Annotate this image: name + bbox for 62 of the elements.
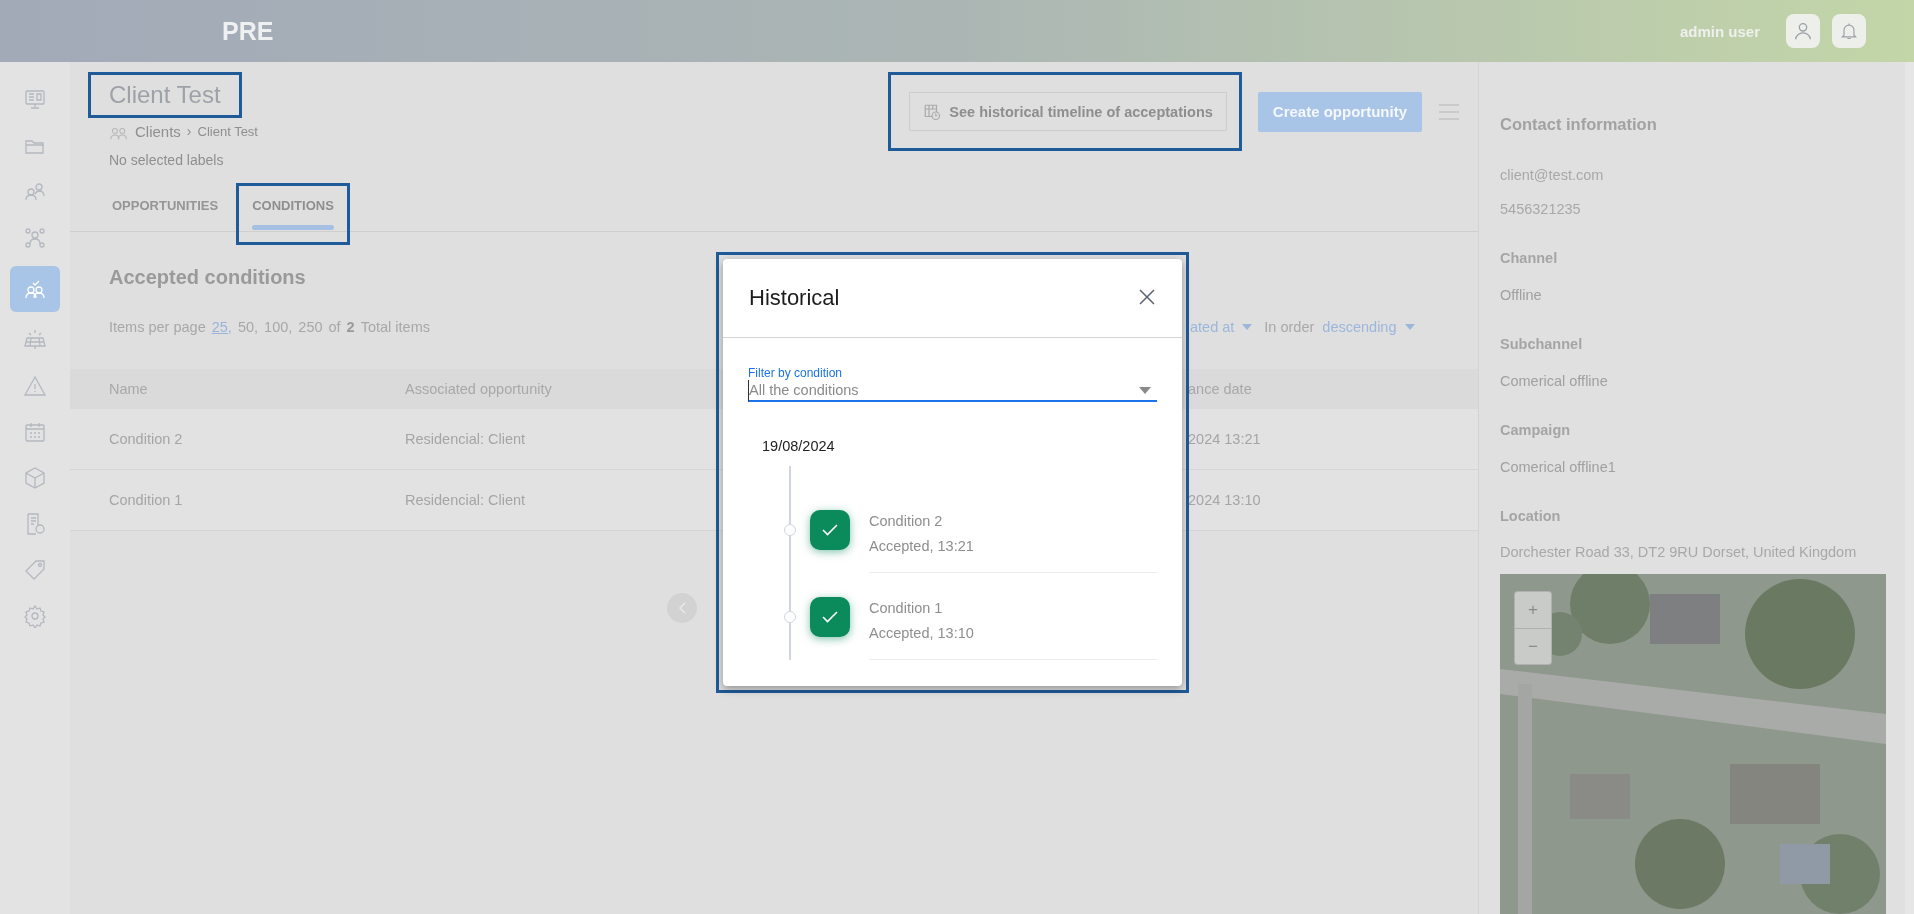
entry-status: Accepted, 13:21 [869, 537, 975, 554]
page-size-option[interactable]: 25, [211, 319, 232, 335]
phone-text: 5456321235 [1500, 201, 1582, 217]
field-value: Comerical offline [1500, 373, 1609, 389]
sidebar-item[interactable] [10, 266, 60, 312]
table-cell: Condition 1 [109, 492, 183, 508]
check-icon [822, 610, 838, 623]
email-text: client@test.com [1500, 167, 1605, 183]
field-value: Offline [1500, 287, 1543, 303]
address-text: Dorchester Road 33, DT2 9RU Dorset, United Kingdom [1500, 544, 1858, 560]
caret-icon [1139, 386, 1151, 394]
page-title: Client Test [109, 81, 221, 109]
breadcrumb-separator: › [186, 123, 192, 139]
total-count: 2 [346, 319, 355, 335]
caret-icon [1242, 324, 1253, 330]
gear-icon [23, 604, 47, 628]
caret-icon [1404, 324, 1415, 330]
section-title: Accepted conditions [109, 266, 307, 289]
close-icon [1138, 288, 1156, 306]
entry-status: Accepted, 13:10 [869, 624, 975, 641]
panel-title: Contact information [1500, 115, 1658, 134]
field-label: Filter by condition [748, 366, 844, 380]
monitor-icon [23, 88, 47, 112]
breadcrumb-current: Client Test [197, 123, 258, 139]
tab[interactable]: OPPORTUNITIES [109, 183, 237, 245]
sort-order[interactable]: descending [1322, 319, 1397, 335]
table-cell: Residencial: Client [405, 492, 526, 508]
labels-text: No selected labels [109, 152, 225, 168]
user-button[interactable] [1786, 14, 1820, 48]
field-label: Location [1500, 508, 1562, 524]
check-icon [822, 523, 838, 536]
solar-panel-icon [23, 328, 47, 352]
history-button[interactable]: See historical timeline of acceptations [909, 92, 1227, 131]
box-icon [23, 466, 47, 490]
team-icon [23, 226, 47, 250]
user-icon [1792, 20, 1814, 42]
field-value: Comerical offline1 [1500, 459, 1617, 475]
entry-title: Condition 2 [869, 512, 944, 529]
entry-title: Condition 1 [869, 599, 944, 616]
field-label: Subchannel [1500, 336, 1584, 352]
warning-icon [23, 374, 47, 398]
sort-field[interactable]: ated at [1190, 319, 1235, 335]
field-label: Campaign [1500, 422, 1572, 438]
timeline-date: 19/08/2024 [762, 438, 836, 454]
dialog-title: Historical [749, 285, 840, 311]
field-label: Channel [1500, 250, 1559, 266]
app-logo-text: PRE [222, 16, 274, 46]
table-cell: 2024 13:10 [1188, 492, 1261, 508]
map-zoom-button[interactable]: − [1515, 628, 1551, 664]
tab[interactable]: CONDITIONS [236, 183, 350, 245]
table-cell: 2024 13:21 [1188, 431, 1261, 447]
create-opportunity-button[interactable]: Create opportunity [1257, 91, 1422, 132]
user-name: admin user [1679, 22, 1760, 40]
calendar-icon [23, 420, 47, 444]
calendar-clock-icon [923, 102, 942, 121]
table-cell: Condition 2 [109, 431, 183, 447]
price-tag-icon [23, 558, 47, 582]
condition-filter-dropdown[interactable]: All the conditions [748, 380, 1157, 402]
notifications-button[interactable] [1832, 14, 1866, 48]
map-zoom-button[interactable]: + [1515, 592, 1551, 628]
table-cell: Residencial: Client [405, 431, 526, 447]
breadcrumb-link[interactable]: Clients [135, 122, 181, 140]
